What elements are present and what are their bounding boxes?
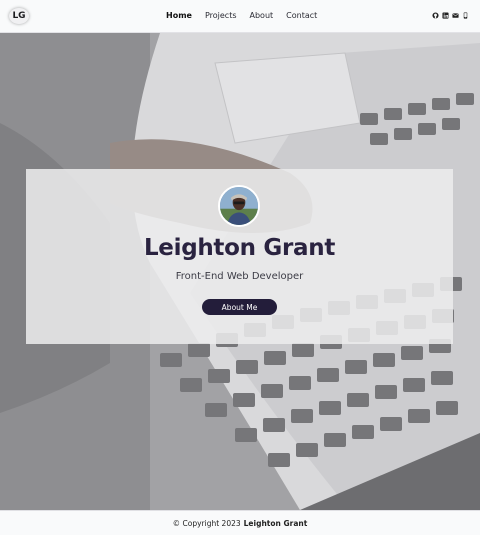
nav-home-link[interactable]: Home — [166, 11, 192, 20]
hero-role: Front-End Web Developer — [175, 271, 304, 282]
about-me-button[interactable]: About Me — [202, 299, 277, 315]
linkedin-icon[interactable] — [442, 12, 449, 19]
top-navbar: LG Home Projects About Contact — [0, 0, 480, 33]
github-icon[interactable] — [432, 12, 439, 19]
main-nav: Home Projects About Contact — [166, 11, 330, 20]
profile-avatar — [218, 185, 260, 227]
nav-projects-link[interactable]: Projects — [205, 11, 237, 20]
footer-copyright: © Copyright 2023 — [172, 518, 241, 528]
phone-icon[interactable] — [462, 12, 469, 19]
site-logo[interactable]: LG — [9, 8, 29, 24]
hero-section: Leighton Grant Front-End Web Developer A… — [0, 33, 480, 510]
intro-card: Leighton Grant Front-End Web Developer A… — [26, 169, 453, 344]
hero-name: Leighton Grant — [143, 235, 336, 261]
site-footer: © Copyright 2023 Leighton Grant — [0, 510, 480, 535]
nav-contact-link[interactable]: Contact — [286, 11, 317, 20]
footer-name: Leighton Grant — [243, 518, 308, 528]
nav-about-link[interactable]: About — [250, 11, 274, 20]
social-links — [432, 12, 469, 19]
email-icon[interactable] — [452, 12, 459, 19]
